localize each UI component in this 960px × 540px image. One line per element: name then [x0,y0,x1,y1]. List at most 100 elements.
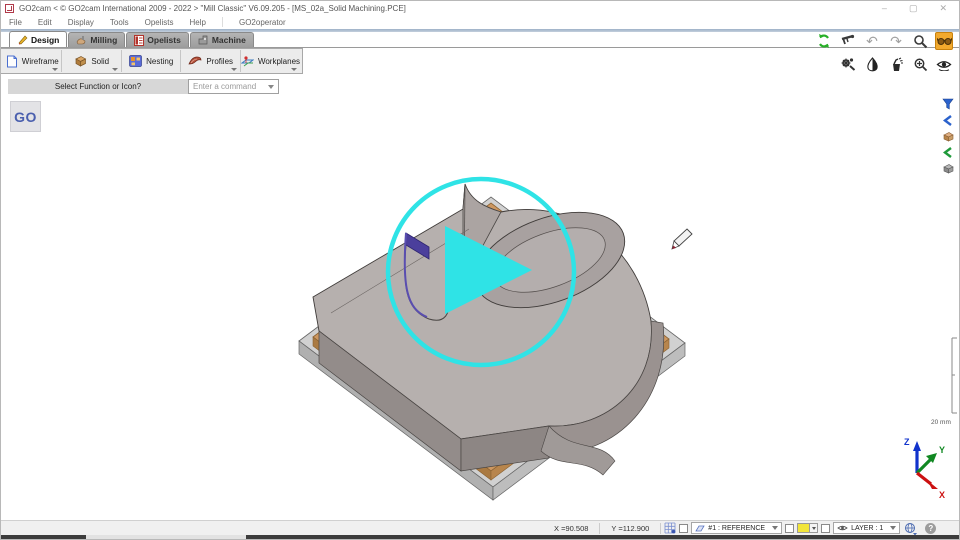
menu-edit[interactable]: Edit [38,18,52,27]
menu-bar: File Edit Display Tools Opelists Help GO… [1,15,959,29]
right-tool-column [939,97,957,175]
design-pencil-icon [17,34,28,45]
eye-rotate-icon [936,58,952,71]
close-button[interactable]: ✕ [939,3,947,14]
grid-checkbox[interactable] [679,524,688,533]
fasteners-button[interactable] [839,55,857,73]
maximize-button[interactable]: ▢ [909,3,918,14]
magnifier-icon [913,34,928,49]
tab-design-label: Design [31,35,59,45]
progress-light-segment [86,535,246,539]
glasses-icon [937,36,952,46]
zoom-extents-button[interactable] [911,55,929,73]
zoom-search-button[interactable] [911,32,929,50]
cursor-x-coordinate: X =90.508 [546,524,596,533]
eraser-button[interactable] [863,55,881,73]
color-dropdown[interactable] [810,523,818,533]
tab-milling[interactable]: Milling [68,32,125,47]
graphics-viewport[interactable]: GO [1,95,959,520]
tab-milling-label: Milling [90,35,117,45]
go2cam-logo: GO [10,101,41,132]
solid-tan-button[interactable] [939,129,957,143]
prev-green-button[interactable] [939,145,957,159]
video-progress-strip[interactable] [1,535,959,539]
command-dropdown-caret[interactable] [268,85,274,89]
nesting-button[interactable]: Nesting [122,50,181,72]
refresh-button[interactable] [815,32,833,50]
menu-separator [222,17,223,27]
wireframe-label: Wireframe [22,57,59,66]
measure-button[interactable] [839,32,857,50]
color-checkbox[interactable] [821,524,830,533]
title-bar: GO2cam < © GO2cam International 2009 - 2… [1,1,959,15]
menu-display[interactable]: Display [68,18,94,27]
solid-cube-icon [74,55,87,67]
workplane-select[interactable]: #1 : REFERENCE [691,522,782,534]
workplanes-button[interactable]: Workplanes [241,50,300,72]
globe-button[interactable] [904,522,917,535]
view-tools-row-1: ↶ ↷ [815,32,953,50]
layer-value: LAYER : 1 [851,525,883,532]
workplanes-icon [241,55,254,68]
command-input[interactable]: Enter a command [188,79,279,94]
clean-button[interactable] [887,55,905,73]
grid-snap-icon[interactable] [664,522,676,534]
command-prompt: Select Function or Icon? [8,79,188,94]
layer-select[interactable]: LAYER : 1 [833,522,900,534]
view-tools-row-2 [839,55,953,73]
view-glasses-button[interactable] [935,32,953,50]
profiles-button[interactable]: Profiles [181,50,240,72]
redo-icon: ↷ [890,34,902,48]
menu-file[interactable]: File [9,18,22,27]
wireframe-dropdown-caret[interactable] [52,68,58,71]
workplanes-dropdown-caret[interactable] [291,68,297,71]
cursor-y-coordinate: Y =112.900 [603,524,657,533]
minimize-button[interactable]: – [882,3,887,14]
eraser-icon [866,57,879,72]
undo-icon: ↶ [866,34,878,48]
workplane-value: #1 : REFERENCE [708,525,765,532]
zoom-extents-icon [913,57,928,72]
gray-solid-icon [942,163,955,174]
undo-button[interactable]: ↶ [863,32,881,50]
solid-gray-button[interactable] [939,161,957,175]
tab-machine[interactable]: Machine [190,32,254,47]
tab-opelists-label: Opelists [147,35,181,45]
solid-button[interactable]: Solid [62,50,121,72]
menu-help[interactable]: Help [190,18,206,27]
opelists-list-icon [134,35,144,46]
milling-hand-icon [76,35,87,46]
workplane-checkbox[interactable] [785,524,794,533]
status-bar: X =90.508 Y =112.900 #1 : REFERENCE LAYE… [1,520,959,535]
tab-opelists[interactable]: Opelists [126,32,189,47]
workplane-icon [695,524,705,533]
tab-machine-label: Machine [212,35,246,45]
menu-go2operator[interactable]: GO2operator [239,18,286,27]
machine-icon [198,35,209,46]
app-logo-icon [5,4,14,13]
refresh-icon [816,33,832,49]
redo-button[interactable]: ↷ [887,32,905,50]
command-row: Select Function or Icon? Enter a command [1,79,959,95]
solid-label: Solid [91,57,109,66]
tab-design[interactable]: Design [9,31,67,47]
menu-tools[interactable]: Tools [110,18,129,27]
command-placeholder: Enter a command [193,82,256,91]
nesting-icon [129,55,142,67]
filter-button[interactable] [939,97,957,111]
dynamic-view-button[interactable] [935,55,953,73]
color-swatch[interactable] [797,523,810,533]
chevron-left-green-icon [943,147,953,158]
help-button[interactable]: ? [925,523,936,534]
layer-eye-icon [837,524,848,532]
fasteners-icon [840,56,856,72]
menu-opelists[interactable]: Opelists [145,18,174,27]
prev-blue-button[interactable] [939,113,957,127]
brush-bin-icon [889,57,904,72]
wireframe-button[interactable]: Wireframe [3,50,62,72]
profiles-dropdown-caret[interactable] [231,68,237,71]
solid-dropdown-caret[interactable] [112,68,118,71]
caliper-icon [840,34,856,48]
chevron-left-blue-icon [943,115,953,126]
filter-funnel-icon [942,98,954,110]
